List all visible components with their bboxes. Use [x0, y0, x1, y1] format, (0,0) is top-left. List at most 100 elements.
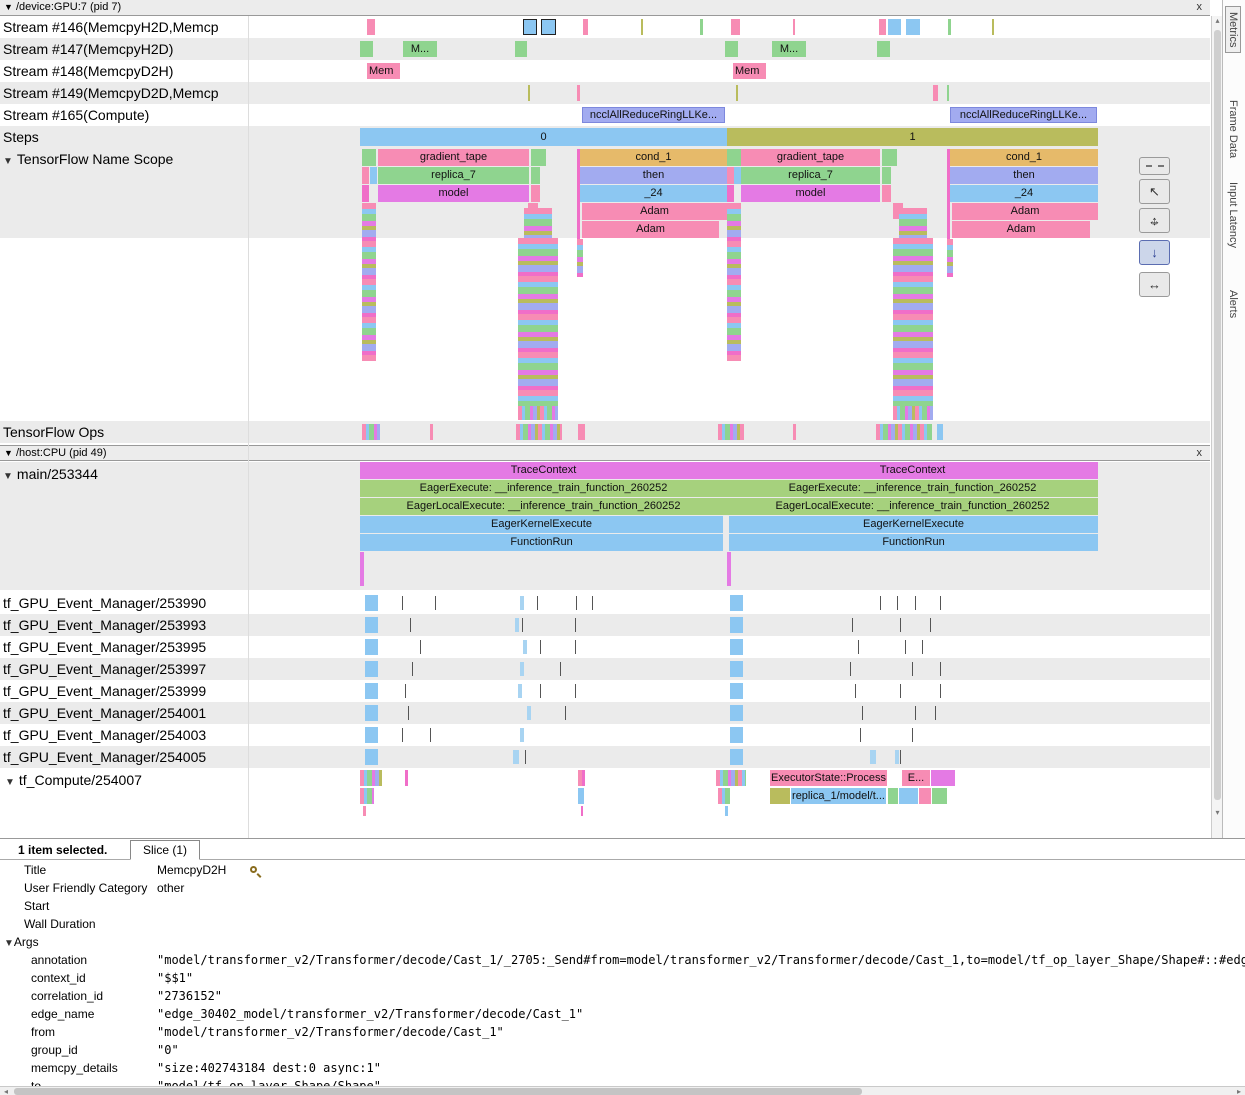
- slice-then[interactable]: then: [580, 167, 727, 184]
- slice[interactable]: [430, 424, 433, 440]
- slice-memcpyd2h[interactable]: Mem: [367, 63, 400, 79]
- slice[interactable]: [877, 41, 890, 57]
- slice[interactable]: [730, 595, 743, 611]
- slice[interactable]: [365, 661, 378, 677]
- slice-cond[interactable]: cond_1: [950, 149, 1098, 166]
- event-tick[interactable]: [575, 640, 576, 654]
- slice[interactable]: [583, 19, 588, 35]
- slice-eagerlocalexecute[interactable]: EagerLocalExecute: __inference_train_fun…: [727, 498, 1098, 515]
- event-tick[interactable]: [940, 684, 941, 698]
- tab-frame-data[interactable]: Frame Data: [1227, 100, 1239, 158]
- slice[interactable]: [700, 19, 703, 35]
- event-tick[interactable]: [900, 750, 901, 764]
- event-tick[interactable]: [897, 596, 898, 610]
- slice[interactable]: [888, 19, 901, 35]
- slice[interactable]: [578, 788, 584, 804]
- horizontal-scrollbar[interactable]: ◂ ▸: [0, 1086, 1245, 1095]
- slice[interactable]: [947, 85, 949, 101]
- slice[interactable]: [360, 552, 364, 586]
- slice[interactable]: [730, 661, 743, 677]
- slice-stack[interactable]: [362, 424, 380, 440]
- slice[interactable]: [882, 185, 891, 202]
- slice-stack[interactable]: [893, 238, 933, 406]
- slice[interactable]: [932, 788, 947, 804]
- slice[interactable]: [919, 788, 931, 804]
- slice[interactable]: [365, 595, 378, 611]
- event-tick[interactable]: [935, 706, 936, 720]
- slice-stack[interactable]: [876, 424, 932, 440]
- event-tick[interactable]: [405, 684, 406, 698]
- slice[interactable]: [727, 167, 734, 184]
- event-tick[interactable]: [880, 596, 881, 610]
- collapse-arrow-icon[interactable]: ▼: [5, 777, 15, 788]
- slice-eagerexecute[interactable]: EagerExecute: __inference_train_function…: [360, 480, 727, 497]
- event-tick[interactable]: [855, 684, 856, 698]
- slice-24[interactable]: _24: [580, 185, 727, 202]
- slice[interactable]: [541, 19, 556, 35]
- slice-memcpyd2h[interactable]: Mem: [733, 63, 766, 79]
- slice-replica-model[interactable]: replica_1/model/t...: [791, 788, 886, 804]
- slice[interactable]: [948, 19, 951, 35]
- slice[interactable]: [362, 185, 369, 202]
- slice-stack[interactable]: [727, 203, 741, 361]
- slice[interactable]: [365, 727, 378, 743]
- event-tick[interactable]: [930, 618, 931, 632]
- event-tick[interactable]: [912, 728, 913, 742]
- slice[interactable]: [518, 684, 522, 698]
- slice-model[interactable]: model: [741, 185, 880, 202]
- slice[interactable]: [581, 806, 583, 816]
- event-tick[interactable]: [525, 750, 526, 764]
- slice[interactable]: [520, 728, 524, 742]
- slice[interactable]: [730, 727, 743, 743]
- slice-nccl[interactable]: ncclAllReduceRingLLKe...: [582, 107, 725, 123]
- event-tick[interactable]: [900, 684, 901, 698]
- slice[interactable]: [888, 788, 898, 804]
- slice-eagerlocalexecute[interactable]: EagerLocalExecute: __inference_train_fun…: [360, 498, 727, 515]
- slice-memcpy[interactable]: M...: [403, 41, 437, 57]
- slice[interactable]: [578, 424, 585, 440]
- slice[interactable]: [577, 85, 580, 101]
- step-slice-0[interactable]: 0: [360, 128, 727, 146]
- slice[interactable]: [365, 749, 378, 765]
- tab-slice[interactable]: Slice (1): [130, 840, 200, 860]
- event-tick[interactable]: [540, 640, 541, 654]
- slice-gradient-tape[interactable]: gradient_tape: [741, 149, 880, 166]
- event-tick[interactable]: [408, 706, 409, 720]
- slice[interactable]: [730, 705, 743, 721]
- event-tick[interactable]: [912, 662, 913, 676]
- event-tick[interactable]: [412, 662, 413, 676]
- event-tick[interactable]: [940, 596, 941, 610]
- search-icon[interactable]: [250, 865, 264, 879]
- slice-functionrun[interactable]: FunctionRun: [360, 534, 723, 551]
- host-close-button[interactable]: x: [1197, 446, 1203, 461]
- slice[interactable]: [727, 552, 731, 586]
- slice[interactable]: [362, 167, 369, 184]
- slice[interactable]: [641, 19, 643, 35]
- slice[interactable]: [937, 424, 943, 440]
- slice-replica[interactable]: replica_7: [741, 167, 880, 184]
- slice-model[interactable]: model: [378, 185, 529, 202]
- slice[interactable]: [513, 750, 519, 764]
- slice-stack[interactable]: [577, 239, 583, 277]
- scroll-left-arrow[interactable]: ◂: [0, 1087, 12, 1095]
- slice[interactable]: [727, 185, 734, 202]
- slice[interactable]: [730, 617, 743, 633]
- event-tick[interactable]: [900, 618, 901, 632]
- slice[interactable]: [531, 185, 540, 202]
- slice[interactable]: [367, 19, 375, 35]
- event-tick[interactable]: [430, 728, 431, 742]
- slice[interactable]: [793, 19, 795, 35]
- slice-adam[interactable]: Adam: [952, 203, 1098, 220]
- event-tick[interactable]: [860, 728, 861, 742]
- event-tick[interactable]: [435, 596, 436, 610]
- slice[interactable]: [531, 167, 540, 184]
- slice[interactable]: [870, 750, 876, 764]
- slice[interactable]: [520, 596, 524, 610]
- slice-functionrun[interactable]: FunctionRun: [729, 534, 1098, 551]
- event-tick[interactable]: [410, 618, 411, 632]
- slice[interactable]: [365, 617, 378, 633]
- slice[interactable]: [360, 41, 373, 57]
- event-tick[interactable]: [575, 684, 576, 698]
- slice-nccl[interactable]: ncclAllReduceRingLLKe...: [950, 107, 1097, 123]
- event-tick[interactable]: [922, 640, 923, 654]
